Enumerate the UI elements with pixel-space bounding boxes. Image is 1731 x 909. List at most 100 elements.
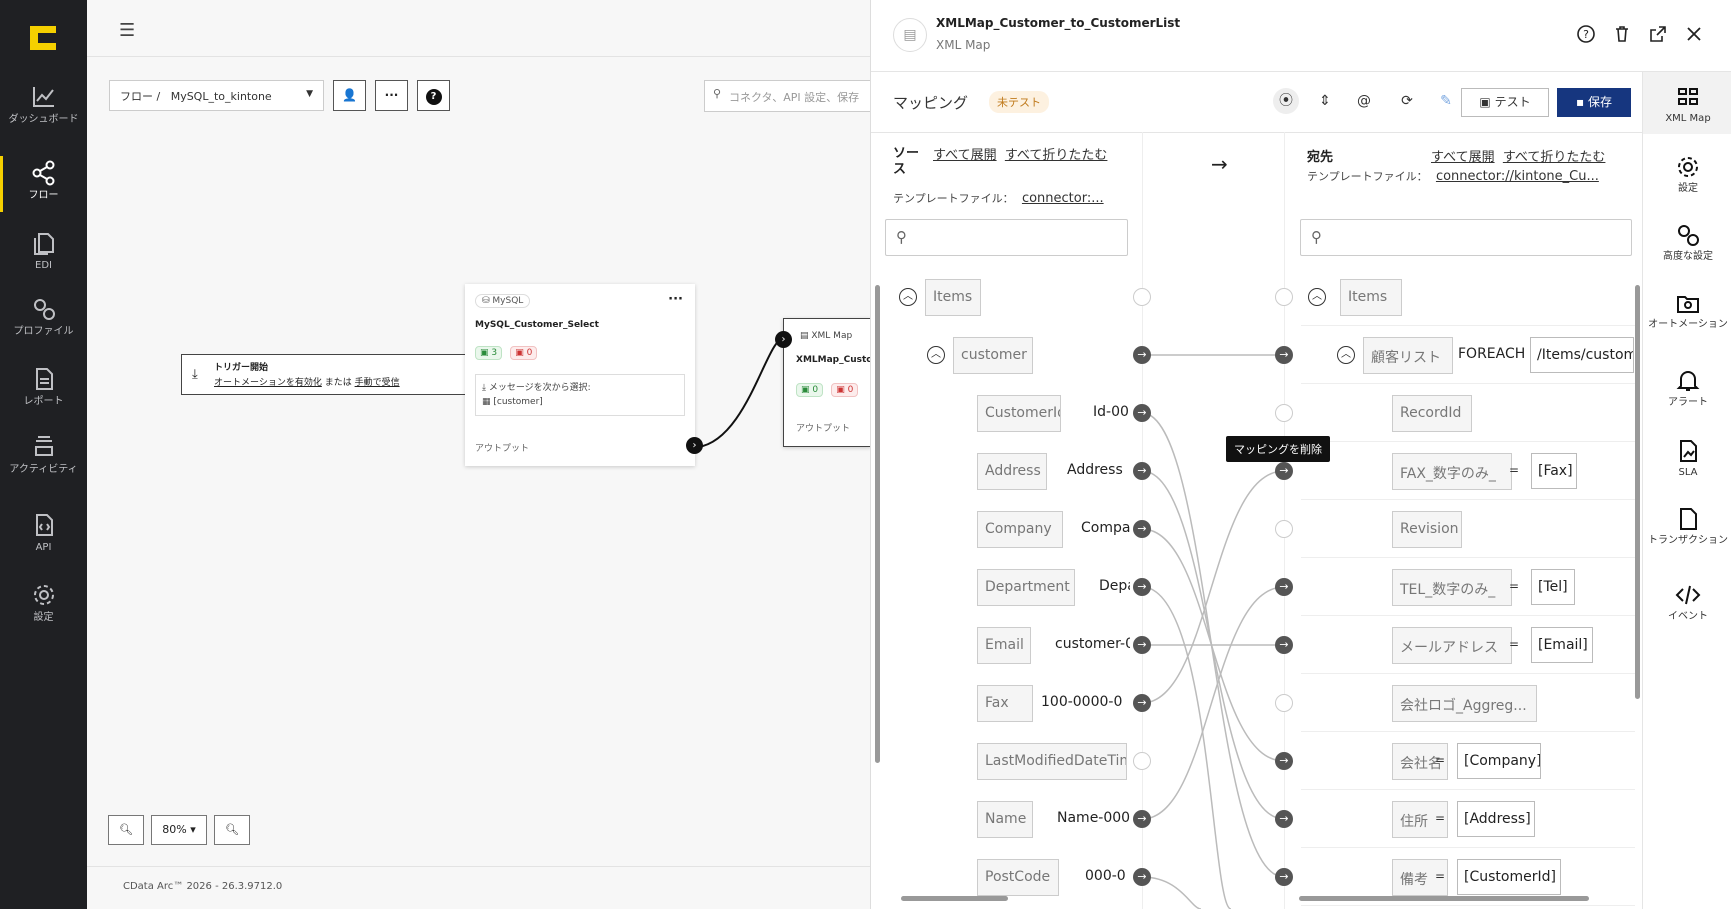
sidebar-item-label: API: [35, 542, 52, 553]
automation-folder-icon: [1677, 296, 1699, 313]
collapse-toggle-icon[interactable]: ︿: [1337, 346, 1355, 364]
dest-field: RecordId: [1392, 395, 1472, 432]
xmlmap-node[interactable]: › ▤ XML Map XMLMap_Customer_to_CustomerL…: [775, 318, 872, 447]
sidebar-item-label: プロファイル: [13, 326, 74, 337]
source-field: Email: [977, 627, 1031, 664]
sidebar-item-api[interactable]: API: [0, 512, 87, 553]
dest-port-icon[interactable]: →: [1275, 462, 1293, 480]
input-port-icon[interactable]: ›: [775, 331, 792, 348]
right-nav-settings[interactable]: 設定: [1643, 154, 1731, 194]
mapping-expression-input[interactable]: [Address]: [1457, 801, 1535, 837]
sidebar-item-activity[interactable]: アクティビティ: [0, 434, 87, 475]
zoom-out-button[interactable]: 🔍︎: [108, 815, 144, 845]
collapse-toggle-icon[interactable]: ︿: [927, 346, 945, 364]
dest-port-icon[interactable]: [1275, 404, 1293, 422]
zoom-out-icon: 🔍︎: [119, 823, 133, 836]
dest-port-icon[interactable]: →: [1275, 810, 1293, 828]
right-nav-event[interactable]: イベント: [1643, 582, 1731, 622]
dest-port-icon[interactable]: [1275, 694, 1293, 712]
dest-port-icon[interactable]: [1275, 520, 1293, 538]
output-port-icon[interactable]: ›: [686, 437, 703, 454]
mapping-expression-input[interactable]: [Email]: [1531, 627, 1593, 663]
node-menu-icon[interactable]: ···: [668, 292, 683, 307]
manual-receive-link[interactable]: 手動で受信: [355, 378, 400, 388]
equals-sign: =: [1435, 811, 1446, 825]
dest-port-icon[interactable]: [1275, 288, 1293, 306]
collapse-toggle-icon[interactable]: ︿: [899, 288, 917, 306]
gear-icon: [1678, 157, 1698, 177]
mapping-expression-input[interactable]: [Company]: [1457, 743, 1541, 779]
mapping-expression-input[interactable]: [Fax]: [1531, 453, 1577, 489]
mysql-node[interactable]: ⛁ MySQL ··· MySQL_Customer_Select ▣ 3 ▣ …: [465, 284, 703, 466]
gears-icon: [33, 299, 55, 320]
source-port-icon[interactable]: →: [1133, 868, 1151, 886]
dest-port-icon[interactable]: →: [1275, 636, 1293, 654]
dest-field: TEL_数字のみ_: [1392, 569, 1512, 606]
zoom-in-button[interactable]: 🔍︎: [214, 815, 250, 845]
source-port-icon[interactable]: →: [1133, 694, 1151, 712]
row-divider: [1301, 441, 1635, 442]
source-port-icon[interactable]: [1133, 288, 1151, 306]
source-port-icon[interactable]: →: [1133, 346, 1151, 364]
flow-canvas[interactable]: ☰ フロー / MySQL_to_kintone ▼ 👤 ··· ? ⚲ コネク…: [87, 0, 872, 909]
sidebar-item-label: EDI: [35, 260, 52, 271]
right-nav-alert[interactable]: アラート: [1643, 368, 1731, 408]
sidebar-item-profile[interactable]: プロファイル: [0, 296, 87, 337]
right-nav-automation[interactable]: オートメーション: [1643, 290, 1731, 330]
dest-port-icon[interactable]: →: [1275, 752, 1293, 770]
main-sidebar: ダッシュボード フロー EDI プロファイル レポート アクティビティ API …: [0, 0, 87, 909]
dest-field: メールアドレス: [1392, 627, 1512, 664]
right-nav-xml-map[interactable]: XML Map: [1643, 72, 1731, 134]
source-field: LastModifiedDateTime: [977, 743, 1127, 780]
dest-port-icon[interactable]: →: [1275, 346, 1293, 364]
source-port-icon[interactable]: →: [1133, 810, 1151, 828]
trigger-title: トリガー開始: [214, 363, 269, 373]
mysql-node-name: MySQL_Customer_Select: [475, 320, 599, 330]
row-divider: [1301, 673, 1635, 674]
source-port-icon[interactable]: →: [1133, 462, 1151, 480]
source-port-icon[interactable]: →: [1133, 520, 1151, 538]
sidebar-item-label: ダッシュボード: [8, 114, 79, 125]
source-port-icon[interactable]: →: [1133, 404, 1151, 422]
download-icon: ⤓: [192, 367, 198, 382]
close-icon[interactable]: [1684, 24, 1704, 44]
sidebar-item-edi[interactable]: EDI: [0, 230, 87, 271]
source-field: Department: [977, 569, 1075, 606]
source-port-icon[interactable]: →: [1133, 578, 1151, 596]
source-sample-value: Name-000: [1057, 810, 1130, 826]
trigger-node[interactable]: ⤓ トリガー開始 オートメーションを有効化 または 手動で受信: [181, 354, 506, 395]
source-sample-value: Id-00: [1093, 404, 1129, 420]
source-sample-value: 100-0000-0: [1041, 694, 1123, 710]
source-sample-value: Address: [1067, 462, 1123, 478]
sidebar-item-settings[interactable]: 設定: [0, 582, 87, 623]
sidebar-item-report[interactable]: レポート: [0, 366, 87, 407]
source-sample-value: Compa: [1081, 520, 1130, 536]
right-nav-transaction[interactable]: トランザクション: [1643, 506, 1731, 546]
source-field: Company: [977, 511, 1063, 548]
message-selector[interactable]: ⤓ メッセージを次から選択: ▦ [customer]: [475, 374, 685, 416]
equals-sign: =: [1435, 869, 1446, 883]
row-divider: [1301, 905, 1635, 906]
sidebar-item-dashboard[interactable]: ダッシュボード: [0, 84, 87, 125]
mapping-expression-input[interactable]: [CustomerId]: [1457, 859, 1561, 895]
advanced-gears-icon: [1678, 225, 1699, 246]
sidebar-item-flow[interactable]: フロー: [0, 156, 87, 212]
right-nav-sla[interactable]: SLA: [1643, 438, 1731, 478]
collapse-toggle-icon[interactable]: ︿: [1308, 288, 1326, 306]
xml-map-icon: [1678, 88, 1698, 105]
mapping-expression-input[interactable]: [Tel]: [1531, 569, 1575, 605]
zoom-level-select[interactable]: 80% ▾: [151, 815, 207, 845]
mapping-expression-input[interactable]: /Items/customer: [1530, 337, 1634, 373]
source-port-icon[interactable]: →: [1133, 636, 1151, 654]
dest-port-icon[interactable]: →: [1275, 578, 1293, 596]
zoom-in-icon: 🔍︎: [225, 823, 239, 836]
sidebar-item-label: アクティビティ: [9, 464, 78, 475]
dest-port-icon[interactable]: →: [1275, 868, 1293, 886]
dest-field: 会社ロゴ_Aggreg...: [1392, 685, 1537, 722]
right-nav-advanced[interactable]: 高度な設定: [1643, 222, 1731, 262]
transaction-file-icon: [1680, 508, 1697, 530]
external-link-icon[interactable]: [1648, 24, 1668, 44]
sidebar-item-label: フロー: [28, 190, 59, 201]
enable-automation-link[interactable]: オートメーションを有効化: [214, 378, 322, 388]
source-port-icon[interactable]: [1133, 752, 1151, 770]
